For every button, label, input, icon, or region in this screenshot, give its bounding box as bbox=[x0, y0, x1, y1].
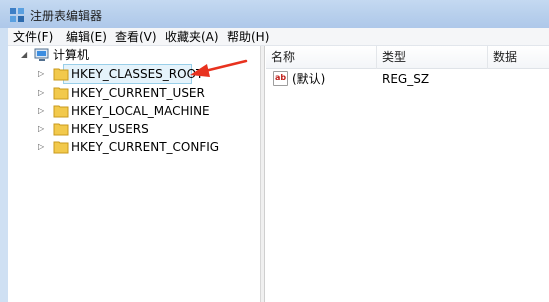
tree-node-hklm[interactable]: ▷ HKEY_LOCAL_MACHINE bbox=[38, 102, 210, 120]
key-tree-pane[interactable]: ◢ 计算机 ▷ HKEY_CLASSES_ROOT ▷ HKEY_CURRENT… bbox=[8, 46, 261, 302]
expand-arrow-icon[interactable]: ▷ bbox=[38, 143, 46, 151]
computer-icon bbox=[34, 48, 49, 61]
folder-icon bbox=[53, 68, 69, 81]
column-header-data[interactable]: 数据 bbox=[488, 46, 549, 69]
menu-file[interactable]: 文件(F) bbox=[12, 29, 54, 45]
folder-icon bbox=[53, 87, 69, 100]
folder-icon bbox=[53, 105, 69, 118]
window-title: 注册表编辑器 bbox=[30, 9, 103, 23]
list-item[interactable]: ab (默认) REG_SZ bbox=[266, 70, 549, 88]
value-list-pane[interactable]: 名称 类型 数据 ab (默认) REG_SZ bbox=[266, 46, 549, 302]
menu-bar: 文件(F) 编辑(E) 查看(V) 收藏夹(A) 帮助(H) bbox=[8, 28, 549, 46]
pane-splitter[interactable] bbox=[261, 46, 265, 302]
tree-root-label: 计算机 bbox=[53, 48, 90, 62]
tree-node-label: HKEY_CURRENT_USER bbox=[71, 86, 205, 100]
value-name: (默认) bbox=[292, 72, 326, 86]
tree-node-hkcu[interactable]: ▷ HKEY_CURRENT_USER bbox=[38, 84, 205, 102]
tree-node-label: HKEY_CLASSES_ROOT bbox=[71, 67, 204, 81]
tree-node-hku[interactable]: ▷ HKEY_USERS bbox=[38, 120, 158, 138]
tree-node-label: HKEY_USERS bbox=[71, 122, 149, 136]
registry-editor-icon bbox=[10, 8, 24, 22]
tree-root-computer[interactable]: ◢ 计算机 bbox=[8, 46, 158, 64]
expand-arrow-icon[interactable]: ▷ bbox=[38, 89, 46, 97]
menu-help[interactable]: 帮助(H) bbox=[226, 29, 270, 45]
menu-favorites[interactable]: 收藏夹(A) bbox=[164, 29, 220, 45]
menu-view[interactable]: 查看(V) bbox=[114, 29, 158, 45]
tree-node-label: HKEY_CURRENT_CONFIG bbox=[71, 140, 220, 154]
column-header-name[interactable]: 名称 bbox=[266, 46, 377, 69]
client-area: ◢ 计算机 ▷ HKEY_CLASSES_ROOT ▷ HKEY_CURRENT… bbox=[8, 46, 549, 302]
folder-icon bbox=[53, 141, 69, 154]
expand-arrow-icon[interactable]: ▷ bbox=[38, 70, 46, 78]
tree-node-hkcr[interactable]: ▷ HKEY_CLASSES_ROOT bbox=[38, 64, 203, 84]
tree-node-label: HKEY_LOCAL_MACHINE bbox=[71, 104, 210, 118]
string-value-icon: ab bbox=[273, 71, 288, 86]
tree-node-hkcc[interactable]: ▷ HKEY_CURRENT_CONFIG bbox=[38, 138, 220, 156]
folder-icon bbox=[53, 123, 69, 136]
expand-arrow-icon[interactable]: ▷ bbox=[38, 125, 46, 133]
collapse-arrow-icon[interactable]: ◢ bbox=[21, 51, 29, 59]
menu-edit[interactable]: 编辑(E) bbox=[65, 29, 108, 45]
expand-arrow-icon[interactable]: ▷ bbox=[38, 107, 46, 115]
column-header-row: 名称 类型 数据 bbox=[266, 46, 549, 69]
value-type: REG_SZ bbox=[382, 72, 430, 86]
title-bar: 注册表编辑器 bbox=[0, 0, 549, 28]
column-header-type[interactable]: 类型 bbox=[377, 46, 488, 69]
